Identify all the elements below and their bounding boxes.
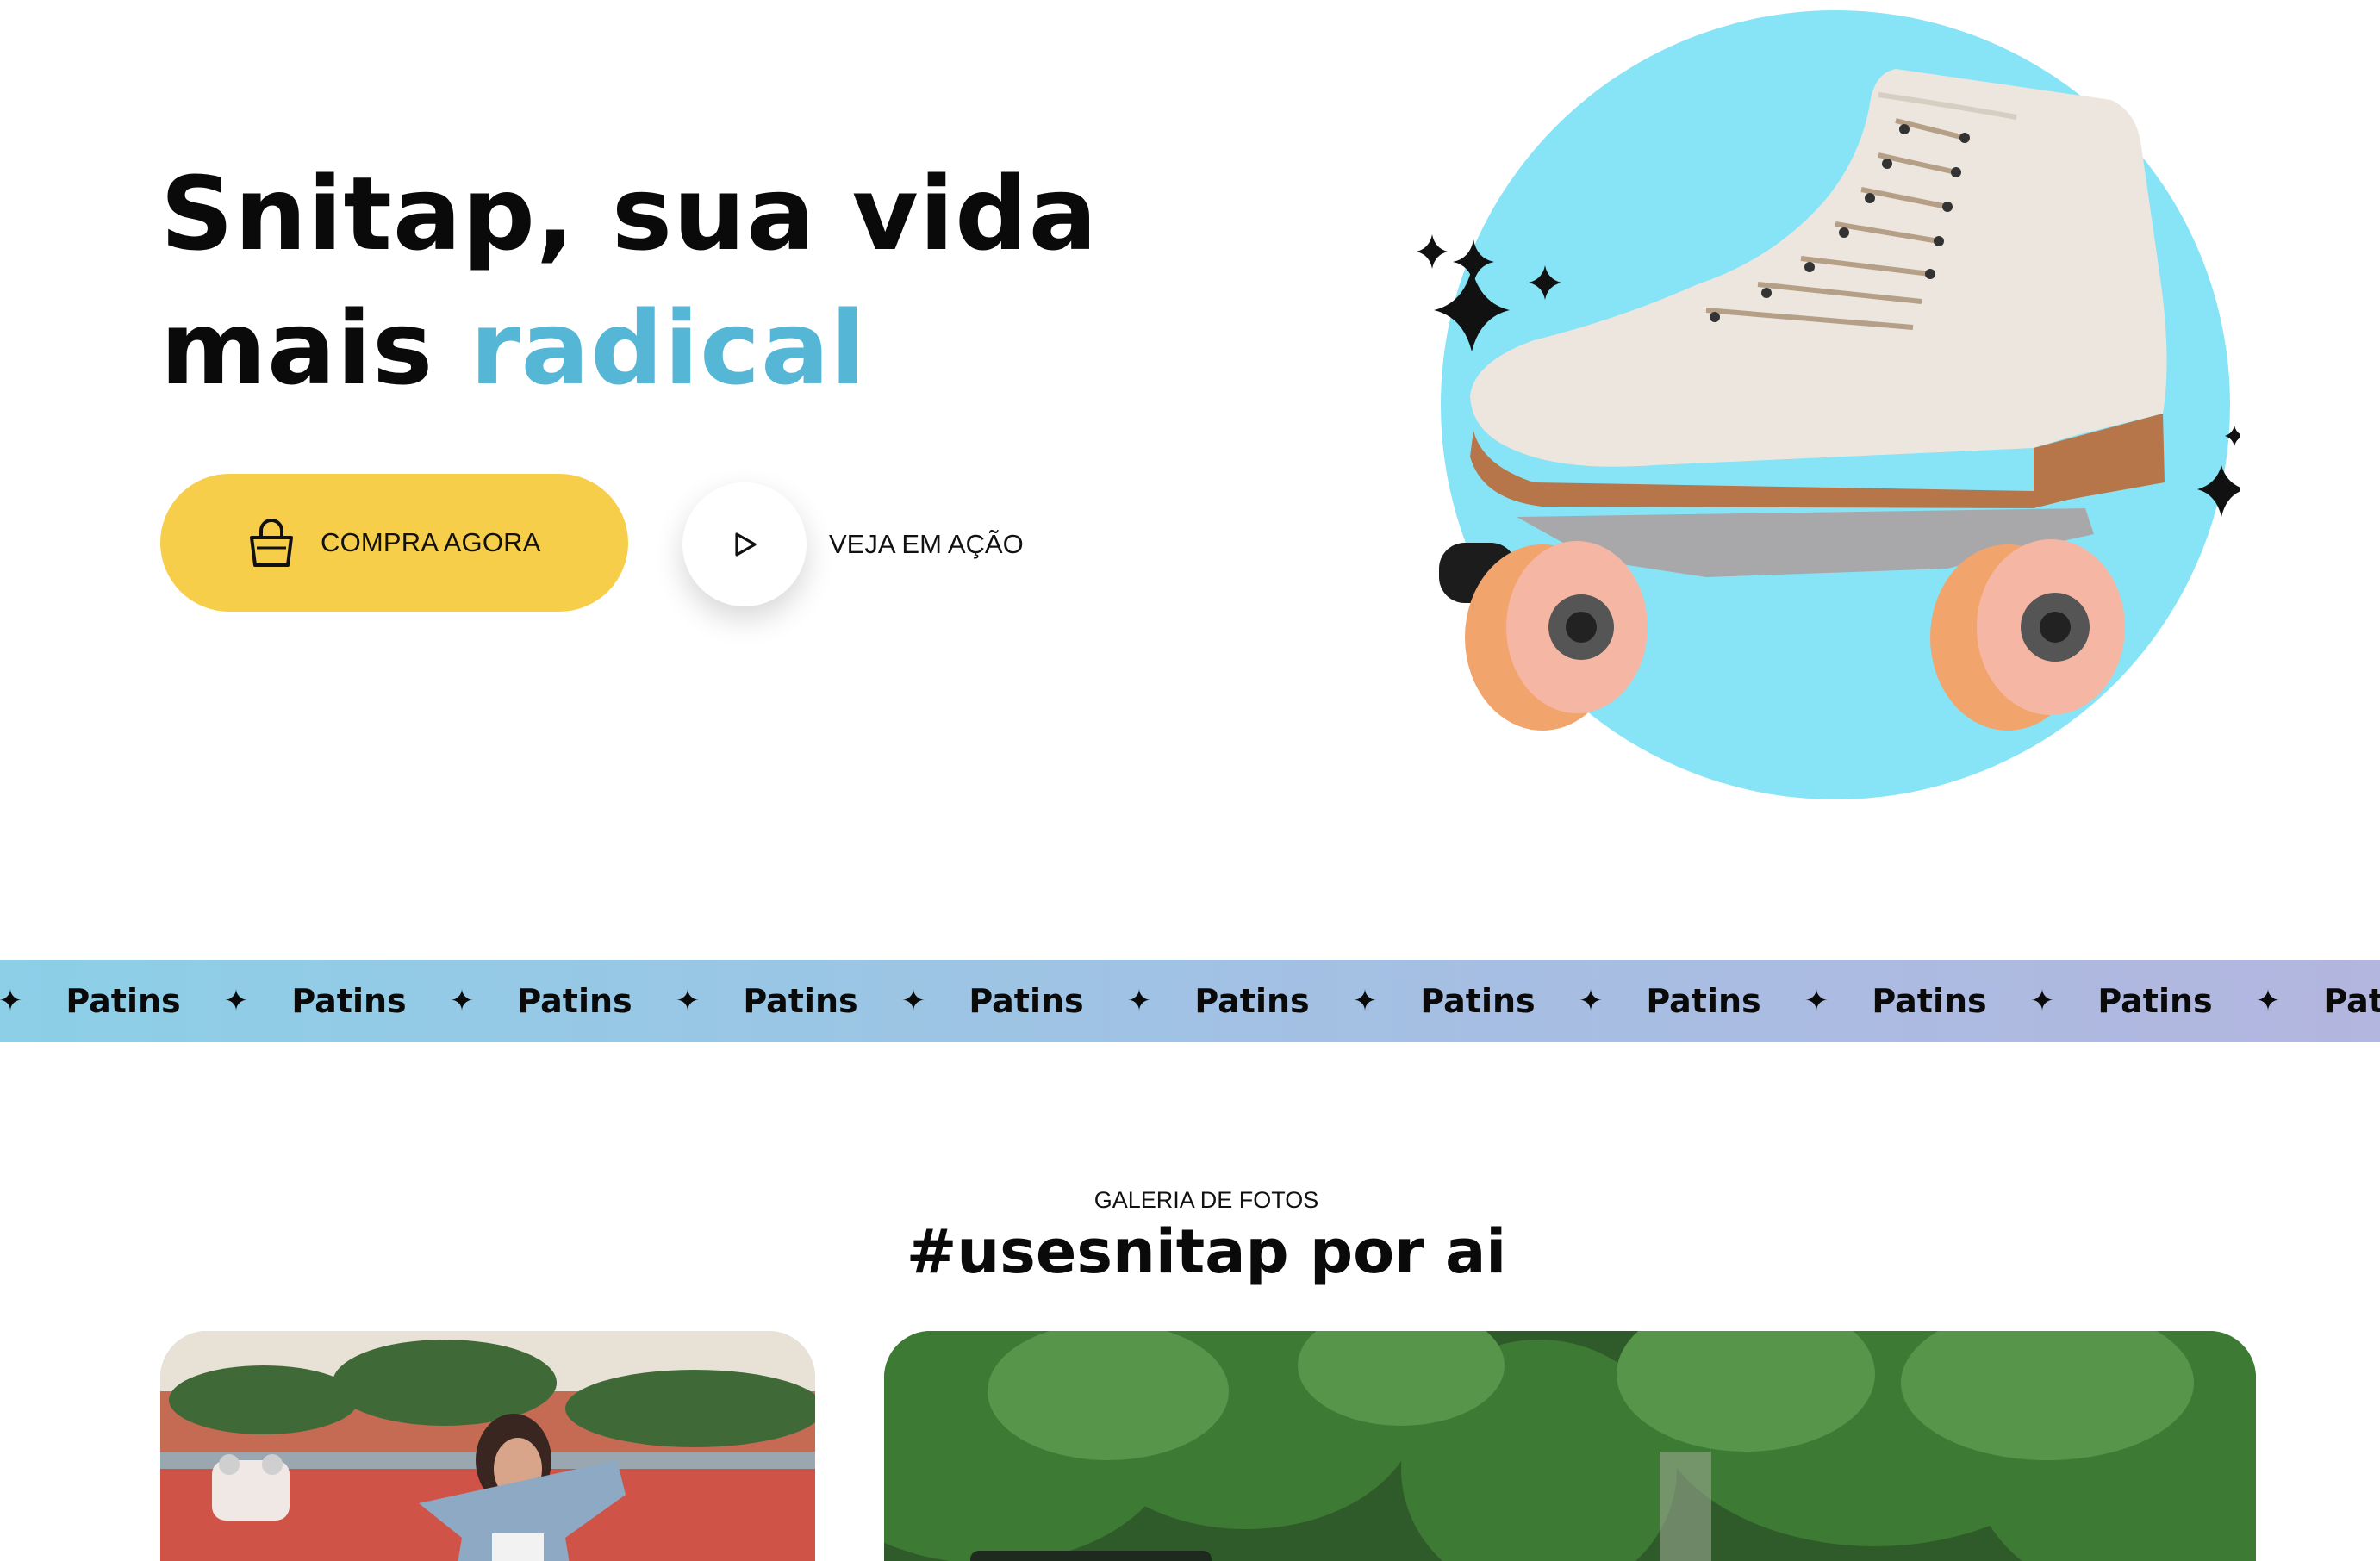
sparkle-star-icon: ✦ bbox=[1126, 984, 1152, 1018]
watch-in-action-button[interactable]: VEJA EM AÇÃO bbox=[682, 482, 1024, 606]
play-icon bbox=[735, 532, 757, 557]
buy-now-label: COMPRA AGORA bbox=[321, 527, 541, 557]
band-item: ✦ Patins bbox=[1339, 960, 1565, 1042]
hero-title-accent: radical bbox=[470, 289, 867, 407]
band-word: Patins bbox=[743, 982, 858, 1020]
hero-title-line2-prefix: mais bbox=[160, 289, 470, 407]
band-word: Patins bbox=[1420, 982, 1536, 1020]
sparkle-star-icon: ✦ bbox=[1578, 984, 1604, 1018]
sparkle-star-icon: ✦ bbox=[449, 984, 475, 1018]
gallery-photo-trees[interactable] bbox=[884, 1331, 2256, 1561]
band-word: Patins bbox=[1646, 982, 1761, 1020]
watch-in-action-label: VEJA EM AÇÃO bbox=[829, 529, 1024, 559]
band-word: Patins bbox=[2323, 982, 2380, 1020]
hero-title-line1: Snitap, sua vida bbox=[160, 154, 1099, 273]
sparkle-star-icon: ✦ bbox=[900, 984, 926, 1018]
sparkle-star-icon: ✦ bbox=[1804, 984, 1829, 1018]
band-word: Patins bbox=[517, 982, 632, 1020]
band-item: ✦ Patins bbox=[0, 960, 210, 1042]
sparkle-star-icon: ✦ bbox=[675, 984, 701, 1018]
patins-marquee-track: ✦ Patins ✦ Patins ✦ Patins ✦ Patins ✦ Patins ✦ Pati… bbox=[0, 960, 2380, 1042]
buy-now-button[interactable]: COMPRA AGORA bbox=[160, 474, 628, 612]
band-word: Patins bbox=[1872, 982, 1987, 1020]
gallery-title: #usesnitap por ai bbox=[906, 1216, 1507, 1287]
band-item: ✦ Patins bbox=[1113, 960, 1339, 1042]
band-item: ✦ Patins bbox=[2016, 960, 2242, 1042]
band-item: ✦ Patins bbox=[436, 960, 662, 1042]
sparkle-star-icon: ✦ bbox=[2029, 984, 2055, 1018]
sparkle-star-icon: ✦ bbox=[223, 984, 249, 1018]
hero-title: Snitap, sua vida mais radical bbox=[160, 146, 1194, 415]
band-item: ✦ Patins bbox=[1565, 960, 1791, 1042]
skate-wheel-rear bbox=[1930, 539, 2125, 731]
band-word: Patins bbox=[65, 982, 181, 1020]
gallery-photo-skater[interactable] bbox=[160, 1331, 815, 1561]
band-item: ✦ Patins bbox=[662, 960, 888, 1042]
play-button-circle[interactable] bbox=[682, 482, 807, 606]
band-item: ✦ Patins bbox=[210, 960, 436, 1042]
band-word: Patins bbox=[969, 982, 1084, 1020]
band-item: ✦ Patins bbox=[888, 960, 1113, 1042]
band-word: Patins bbox=[291, 982, 407, 1020]
patins-marquee-band: ✦ Patins ✦ Patins ✦ Patins ✦ Patins ✦ Patins ✦ Pati… bbox=[0, 960, 2380, 1042]
sparkle-star-icon: ✦ bbox=[0, 984, 23, 1018]
shopping-bag-icon bbox=[250, 519, 293, 567]
gallery-eyebrow: GALERIA DE FOTOS bbox=[1093, 1187, 1319, 1213]
roller-skate-illustration bbox=[1417, 10, 2240, 799]
sparkle-star-icon: ✦ bbox=[1352, 984, 1378, 1018]
band-word: Patins bbox=[2097, 982, 2213, 1020]
band-word: Patins bbox=[1194, 982, 1310, 1020]
sparkle-star-icon-small bbox=[1417, 234, 1448, 269]
sparkle-star-icon: ✦ bbox=[2255, 984, 2281, 1018]
band-item: ✦ Patins bbox=[1791, 960, 2016, 1042]
band-item: ✦ Patins bbox=[2242, 960, 2380, 1042]
